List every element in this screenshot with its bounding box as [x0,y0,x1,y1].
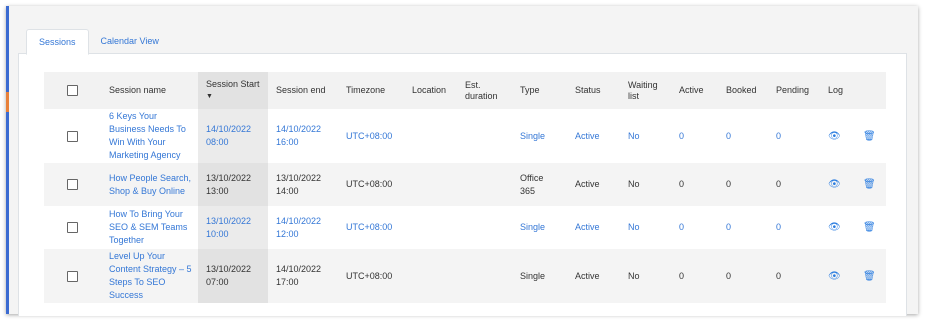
session-name-link[interactable]: Level Up Your Content Strategy – 5 Steps… [101,249,198,303]
booked-count-link[interactable]: 0 [718,249,768,303]
col-est-duration[interactable]: Est. duration [457,72,512,109]
pending-count-link[interactable]: 0 [768,249,820,303]
select-all-checkbox[interactable] [67,85,78,97]
active-count-link[interactable]: 0 [671,109,718,163]
col-pending[interactable]: Pending [768,72,820,109]
row-checkbox[interactable] [67,130,78,142]
sessions-table: Session name Session Start ▼ Session end… [44,72,886,303]
type-value: Single [520,130,546,141]
active-count-link[interactable]: 0 [671,206,718,249]
delete-trash-icon[interactable]: 🗑︎ [855,109,886,163]
booked-count-link[interactable]: 0 [718,109,768,163]
type-value: Single [520,222,546,232]
col-actions [855,72,886,109]
timezone-value: UTC+08:00 [346,130,393,141]
location-value [404,109,457,163]
col-booked[interactable]: Booked [718,72,768,109]
type-value: Single [520,270,546,281]
session-name-link[interactable]: How To Bring Your SEO & SEM Teams Togeth… [101,206,198,249]
table-header-row: Session name Session Start ▼ Session end… [44,72,886,109]
session-end-value: 14/10/2022 17:00 [276,264,322,287]
duration-value [457,163,512,206]
tab-bar: Sessions Calendar View [26,29,171,55]
table-row: Level Up Your Content Strategy – 5 Steps… [44,249,886,303]
session-start-value: 14/10/2022 08:00 [198,109,268,163]
col-active[interactable]: Active [671,72,718,109]
row-select-cell [44,163,101,206]
sort-desc-icon: ▼ [206,93,213,100]
session-name-link[interactable]: How People Search, Shop & Buy Online [101,163,198,206]
session-start-value: 13/10/2022 10:00 [198,206,268,249]
timezone-value: UTC+08:00 [346,222,393,232]
col-type[interactable]: Type [512,72,567,109]
view-log-eye-icon[interactable]: 👁︎ [820,163,855,206]
col-status[interactable]: Status [567,72,620,109]
col-location[interactable]: Location [404,72,457,109]
location-value [404,206,457,249]
timezone-value: UTC+08:00 [346,179,393,189]
table-row: How To Bring Your SEO & SEM Teams Togeth… [44,206,886,249]
duration-value [457,109,512,163]
pending-count-link[interactable]: 0 [768,206,820,249]
waiting-list-value: No [628,130,640,141]
status-value: Active [575,130,600,141]
booked-count-link[interactable]: 0 [718,163,768,206]
pending-count-link[interactable]: 0 [768,109,820,163]
view-log-eye-icon[interactable]: 👁︎ [820,109,855,163]
timezone-value: UTC+08:00 [346,270,393,281]
status-value: Active [575,179,600,189]
session-start-value: 13/10/2022 07:00 [198,249,268,303]
pending-count-link[interactable]: 0 [768,163,820,206]
session-name-link[interactable]: 6 Keys Your Business Needs To Win With Y… [101,109,198,163]
table-row: 6 Keys Your Business Needs To Win With Y… [44,109,886,163]
status-value: Active [575,270,600,281]
row-select-cell [44,249,101,303]
active-count-link[interactable]: 0 [671,249,718,303]
session-end-value: 13/10/2022 14:00 [276,172,322,196]
type-value: Office 365 [520,172,544,196]
row-checkbox[interactable] [67,222,78,234]
row-checkbox[interactable] [67,270,78,282]
col-session-start-label: Session Start [206,79,260,89]
location-value [404,163,457,206]
waiting-list-value: No [628,179,640,189]
view-log-eye-icon[interactable]: 👁︎ [820,249,855,303]
row-select-cell [44,206,101,249]
waiting-list-value: No [628,222,640,232]
session-end-value: 14/10/2022 12:00 [276,215,322,239]
active-count-link[interactable]: 0 [671,163,718,206]
left-accent-marker [6,92,9,112]
duration-value [457,206,512,249]
session-start-value: 13/10/2022 13:00 [198,163,268,206]
row-select-cell [44,109,101,163]
row-checkbox[interactable] [67,179,78,191]
left-accent-bar [6,6,9,314]
col-session-start[interactable]: Session Start ▼ [198,72,268,109]
session-end-value: 14/10/2022 16:00 [276,124,322,147]
delete-trash-icon[interactable]: 🗑︎ [855,163,886,206]
duration-value [457,249,512,303]
location-value [404,249,457,303]
waiting-list-value: No [628,270,640,281]
delete-trash-icon[interactable]: 🗑︎ [855,249,886,303]
tab-calendar-view[interactable]: Calendar View [89,29,171,53]
col-waiting-list[interactable]: Waiting list [620,72,671,109]
status-value: Active [575,222,600,232]
col-timezone[interactable]: Timezone [338,72,404,109]
col-session-end[interactable]: Session end [268,72,338,109]
tab-sessions[interactable]: Sessions [26,29,89,55]
select-all-cell [44,72,101,109]
table-row: How People Search, Shop & Buy Online 13/… [44,163,886,206]
view-log-eye-icon[interactable]: 👁︎ [820,206,855,249]
delete-trash-icon[interactable]: 🗑︎ [855,206,886,249]
col-session-name[interactable]: Session name [101,72,198,109]
booked-count-link[interactable]: 0 [718,206,768,249]
col-log: Log [828,85,844,95]
